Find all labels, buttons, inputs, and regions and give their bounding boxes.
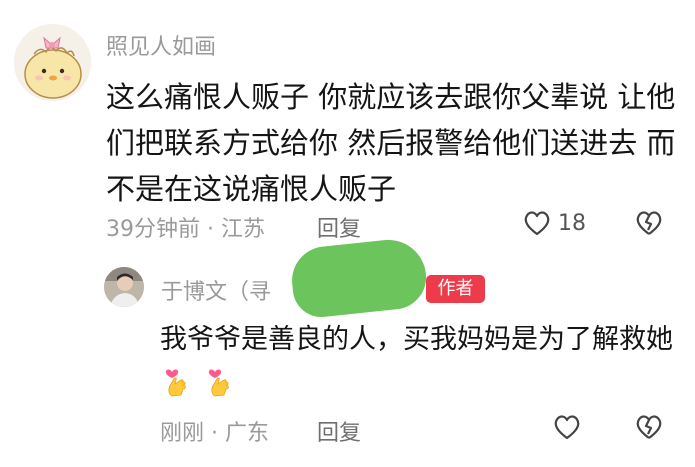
- reply-avatar[interactable]: [104, 267, 144, 307]
- reply-button[interactable]: 回复: [317, 211, 361, 243]
- broken-heart-icon[interactable]: [634, 208, 664, 238]
- reply-username[interactable]: 于博文（寻: [161, 274, 271, 306]
- comment-text: 这么痛恨人贩子 你就应该去跟你父辈说 让他们把联系方式给你 然后报警给他们送进去…: [106, 80, 676, 206]
- heart-hands-emoji-icon: [164, 366, 194, 412]
- reply-button[interactable]: 回复: [317, 415, 361, 447]
- redaction-mark: [288, 236, 430, 320]
- avatar[interactable]: [14, 24, 91, 101]
- author-badge: 作者: [426, 275, 485, 303]
- reply-timestamp-location: 刚刚 · 广东: [160, 421, 269, 446]
- person-photo-avatar: [104, 267, 144, 307]
- broken-heart-icon[interactable]: [634, 412, 664, 442]
- heart-hands-emoji-icon: [207, 366, 237, 412]
- reply-text: 我爷爷是善良的人，买我妈妈是为了解救她: [160, 318, 680, 412]
- heart-icon[interactable]: [522, 208, 552, 238]
- reply-text-content: 我爷爷是善良的人，买我妈妈是为了解救她: [160, 324, 673, 355]
- chick-avatar-icon: [14, 24, 91, 101]
- heart-icon[interactable]: [552, 412, 582, 442]
- comment-timestamp-location: 39分钟前 · 江苏: [106, 217, 265, 242]
- comment-username[interactable]: 照见人如画: [106, 29, 216, 61]
- like-count: 18: [558, 211, 586, 236]
